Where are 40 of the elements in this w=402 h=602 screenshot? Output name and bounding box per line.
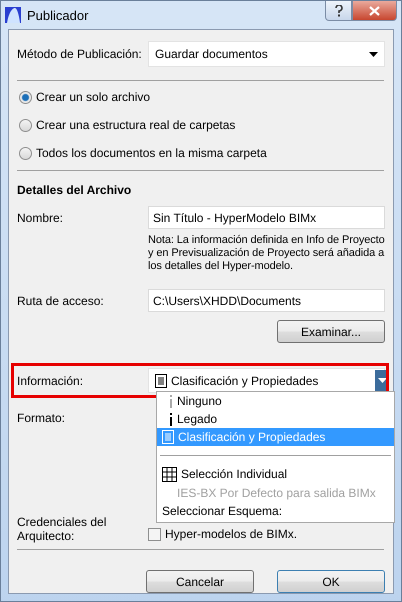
radio-label[interactable]: Crear un solo archivo (36, 90, 150, 104)
radio-label[interactable]: Crear una estructura real de carpetas (36, 118, 236, 132)
table-icon (162, 466, 177, 482)
close-button[interactable] (352, 1, 397, 21)
document-icon (155, 374, 167, 388)
field-label: Ruta de acceso: (17, 294, 105, 308)
field-label: Nombre: (17, 210, 64, 224)
app-logo-icon (5, 7, 21, 23)
menu-heading: Seleccionar Esquema: (161, 503, 284, 520)
method-dropdown[interactable]: Guardar documentos (148, 41, 385, 67)
info-icon (169, 394, 173, 408)
radio-button[interactable] (19, 118, 32, 132)
radio-button[interactable] (19, 90, 32, 104)
field-label: Método de Publicación: (17, 47, 143, 61)
path-field[interactable]: C:\Users\XHDD\Documents (148, 289, 385, 312)
section-heading: Detalles del Archivo (17, 183, 132, 197)
field-label: Formato: (17, 411, 66, 425)
field-label: Credenciales del Arquitecto: (17, 515, 108, 543)
checkbox-label[interactable]: Hyper-modelos de BIMx. (165, 527, 298, 541)
help-button[interactable] (325, 1, 352, 21)
menu-option[interactable]: Selección Individual (157, 464, 394, 484)
name-field[interactable]: Sin Título - HyperModelo BIMx (148, 206, 385, 229)
radio-label[interactable]: Todos los documentos en la misma carpeta (36, 146, 267, 160)
info-icon (169, 412, 173, 426)
help-icon (334, 4, 342, 16)
dropdown-arrow-icon (369, 52, 378, 56)
note-text: Nota: La información definida en Info de Proyecto y en Previsualización de Proyecto será añadida a los detalles del Hyper-modelo. (148, 234, 386, 273)
radio-button[interactable] (19, 146, 32, 160)
information-dropdown[interactable]: Clasificación y Propiedades (148, 368, 385, 393)
dropdown-arrow-icon (378, 378, 386, 383)
document-icon (162, 430, 174, 444)
checkbox[interactable] (148, 528, 161, 541)
menu-option[interactable]: Ninguno (157, 392, 394, 410)
close-icon (369, 6, 380, 16)
dialog-button[interactable]: OK (277, 570, 385, 593)
browse-button[interactable]: Examinar... (277, 320, 385, 343)
dialog-button[interactable]: Cancelar (146, 570, 254, 593)
menu-option[interactable]: Legado (157, 410, 394, 428)
window-title: Publicador (27, 8, 90, 22)
field-label: Información: (17, 374, 84, 388)
